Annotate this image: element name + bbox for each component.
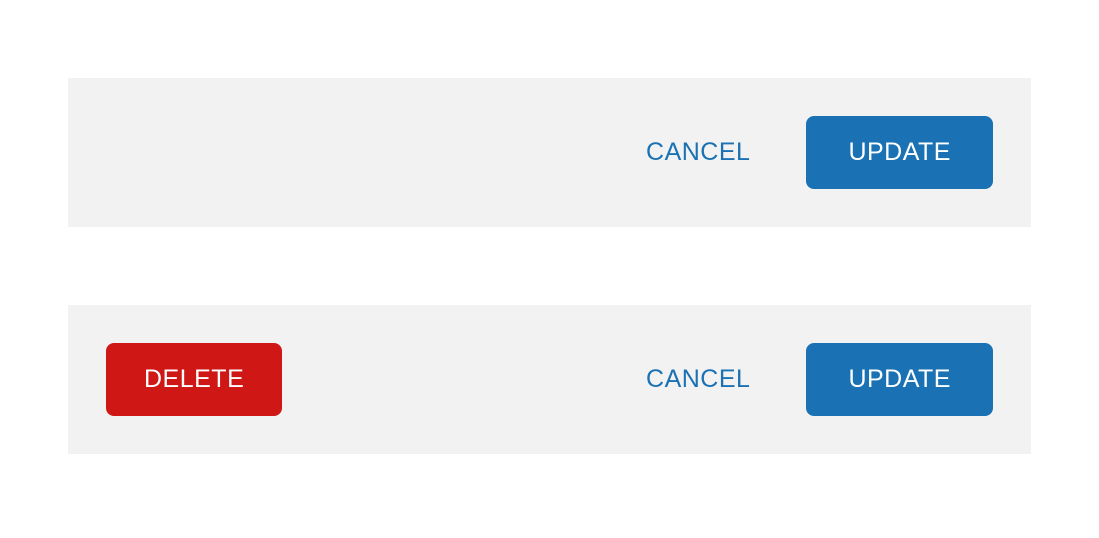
action-panel-2: DELETE CANCEL UPDATE — [68, 305, 1031, 454]
cancel-button[interactable]: CANCEL — [646, 138, 750, 167]
panel-right: CANCEL UPDATE — [646, 343, 993, 416]
action-panel-1: CANCEL UPDATE — [68, 78, 1031, 227]
panel-left: DELETE — [106, 343, 282, 416]
delete-button[interactable]: DELETE — [106, 343, 282, 416]
update-button[interactable]: UPDATE — [806, 343, 993, 416]
panel-right: CANCEL UPDATE — [646, 116, 993, 189]
update-button[interactable]: UPDATE — [806, 116, 993, 189]
cancel-button[interactable]: CANCEL — [646, 365, 750, 394]
